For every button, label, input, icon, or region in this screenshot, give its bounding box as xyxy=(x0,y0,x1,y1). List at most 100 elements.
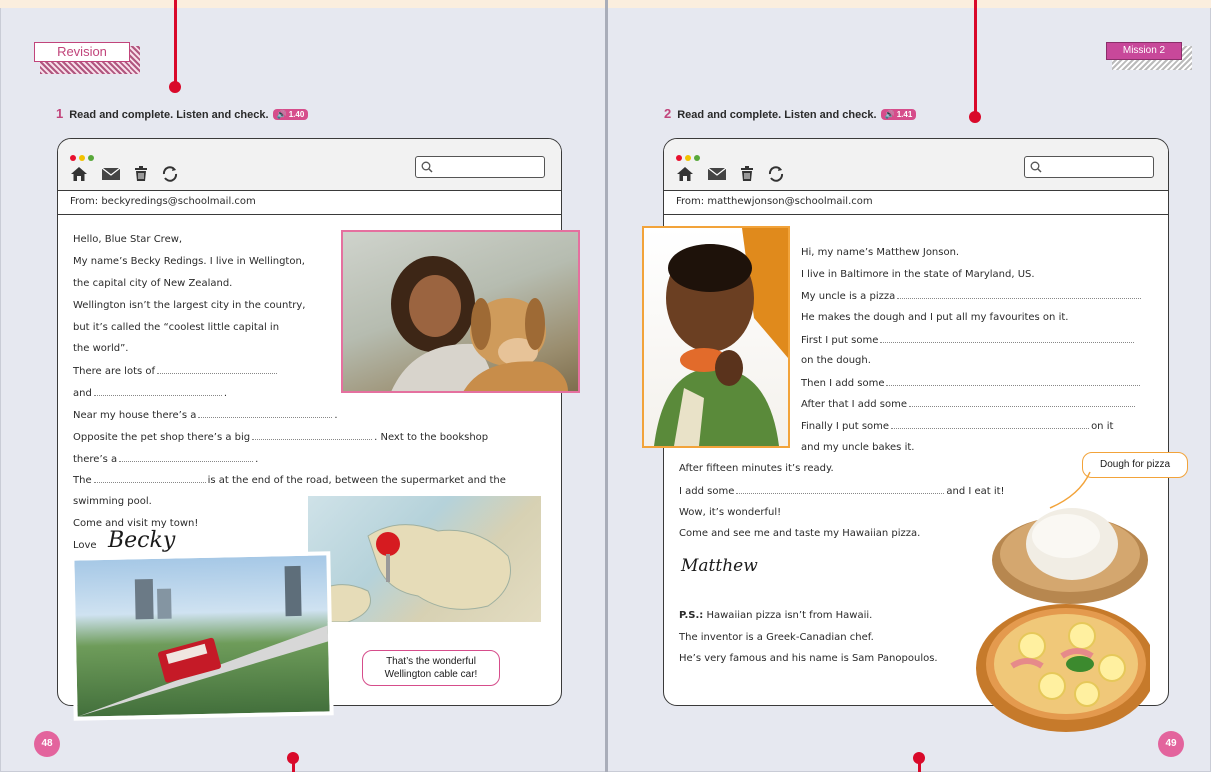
close-dot-icon[interactable] xyxy=(676,155,682,161)
email-line: Near my house there’s a. xyxy=(73,408,338,421)
refresh-icon[interactable] xyxy=(161,165,179,182)
line-text: Hawaiian pizza isn’t from Hawaii. xyxy=(706,610,873,621)
email-toolbar xyxy=(664,139,1168,191)
answer-blank[interactable] xyxy=(198,408,333,418)
revision-tag: Revision xyxy=(34,42,142,76)
exercise-1-instruction: 1 Read and complete. Listen and check. 🔊 1… xyxy=(56,106,309,121)
map-photo xyxy=(308,496,541,622)
search-input[interactable] xyxy=(1024,156,1154,178)
email-line: I add some and I eat it! xyxy=(679,484,1005,499)
trash-icon[interactable] xyxy=(740,165,754,182)
line-text: there’s a xyxy=(73,454,118,465)
email-line: Wow, it’s wonderful! xyxy=(679,507,782,518)
answer-blank[interactable] xyxy=(886,376,1141,386)
pin-dot xyxy=(969,111,981,123)
ps-label: P.S.: xyxy=(679,610,704,621)
close-dot-icon[interactable] xyxy=(70,155,76,161)
ps-line: He’s very famous and his name is Sam Pan… xyxy=(679,653,938,664)
girl-dog-illustration xyxy=(391,256,568,391)
email-line: There are lots of xyxy=(73,364,279,379)
search-input[interactable] xyxy=(415,156,545,178)
line-text: . Next to the bookshop xyxy=(374,432,489,443)
pin-line xyxy=(174,0,177,86)
pin-dot xyxy=(913,752,925,764)
email-line: there’s a. xyxy=(73,452,259,465)
maximize-dot-icon[interactable] xyxy=(88,155,94,161)
book-gutter xyxy=(605,0,608,772)
email-line: Hi, my name’s Matthew Jonson. xyxy=(801,247,960,258)
email-line: Wellington isn’t the largest city in the… xyxy=(73,300,306,311)
answer-blank[interactable] xyxy=(897,289,1142,299)
home-icon[interactable] xyxy=(676,166,694,182)
answer-blank[interactable] xyxy=(157,364,278,374)
answer-blank[interactable] xyxy=(909,397,1136,407)
answer-blank[interactable] xyxy=(252,430,373,440)
email-line: and. xyxy=(73,386,228,399)
trash-icon[interactable] xyxy=(134,165,148,182)
audio-track-badge[interactable]: 🔊 1.40 xyxy=(272,109,309,120)
line-text: on it xyxy=(1091,421,1114,432)
maximize-dot-icon[interactable] xyxy=(694,155,700,161)
mission-tag: Mission 2 xyxy=(1106,42,1194,72)
answer-blank[interactable] xyxy=(93,386,222,396)
tag-shadow xyxy=(130,46,140,74)
minimize-dot-icon[interactable] xyxy=(79,155,85,161)
page-number-right: 49 xyxy=(1158,731,1184,757)
line-text: Then I add some xyxy=(801,378,885,389)
line-text: Near my house there’s a xyxy=(73,410,197,421)
answer-blank[interactable] xyxy=(736,484,945,494)
mail-icon[interactable] xyxy=(101,167,121,181)
email-line: Hello, Blue Star Crew, xyxy=(73,234,183,245)
ps-line: The inventor is a Greek-Canadian chef. xyxy=(679,632,874,643)
signature-matthew: Matthew xyxy=(681,556,758,576)
boy-illustration xyxy=(654,228,788,446)
email-line: and my uncle bakes it. xyxy=(801,442,915,453)
answer-blank[interactable] xyxy=(119,452,254,462)
email-line: My uncle is a pizza xyxy=(801,289,1143,304)
search-icon xyxy=(1030,161,1042,173)
toolbar-icons xyxy=(676,163,793,183)
email-line: I live in Baltimore in the state of Mary… xyxy=(801,269,1035,280)
pin-dot xyxy=(169,81,181,93)
toolbar-icons xyxy=(70,163,187,183)
email-line: Love xyxy=(73,540,97,551)
mission-label: Mission 2 xyxy=(1106,42,1182,60)
exercise-number: 2 xyxy=(664,106,672,121)
email-line: Then I add some xyxy=(801,376,1142,391)
email-line: but it’s called the “coolest little capi… xyxy=(73,322,280,333)
email-line: swimming pool. xyxy=(73,496,152,507)
email-line: Opposite the pet shop there’s a big . Nex… xyxy=(73,430,488,445)
mail-icon[interactable] xyxy=(707,167,727,181)
search-icon xyxy=(421,161,433,173)
line-text: My uncle is a pizza xyxy=(801,291,896,302)
email-line: Come and see me and taste my Hawaiian pi… xyxy=(679,528,921,539)
instruction-text: Read and complete. Listen and check. xyxy=(677,109,877,121)
audio-track-number: 1.40 xyxy=(288,110,305,119)
page-number-left: 48 xyxy=(34,731,60,757)
answer-blank[interactable] xyxy=(880,333,1135,343)
home-icon[interactable] xyxy=(70,166,88,182)
line-text: The xyxy=(73,475,92,486)
girl-with-dog-photo xyxy=(341,230,580,393)
minimize-dot-icon[interactable] xyxy=(685,155,691,161)
map-illustration xyxy=(308,524,511,622)
email-line: He makes the dough and I put all my favo… xyxy=(801,312,1069,323)
email-from: From: matthewjonson@schoolmail.com xyxy=(664,191,1168,215)
answer-blank[interactable] xyxy=(93,473,206,483)
line-text: I add some xyxy=(679,486,735,497)
line-text: Finally I put some xyxy=(801,421,890,432)
line-text: and xyxy=(73,388,92,399)
tag-shadow xyxy=(40,60,140,74)
signature-becky: Becky xyxy=(108,528,176,553)
line-text: First I put some xyxy=(801,335,879,346)
cable-car-illustration xyxy=(77,565,329,717)
cable-car-speech-bubble: That’s the wonderful Wellington cable ca… xyxy=(362,650,500,686)
audio-track-badge[interactable]: 🔊 1.41 xyxy=(880,109,917,120)
exercise-2-instruction: 2 Read and complete. Listen and check. 🔊 1… xyxy=(664,106,917,121)
pin-dot xyxy=(287,752,299,764)
email-line: Finally I put some on it xyxy=(801,419,1113,434)
answer-blank[interactable] xyxy=(891,419,1090,429)
email-line: on the dough. xyxy=(801,355,871,366)
email-line: The is at the end of the road, between th… xyxy=(73,473,506,488)
refresh-icon[interactable] xyxy=(767,165,785,182)
